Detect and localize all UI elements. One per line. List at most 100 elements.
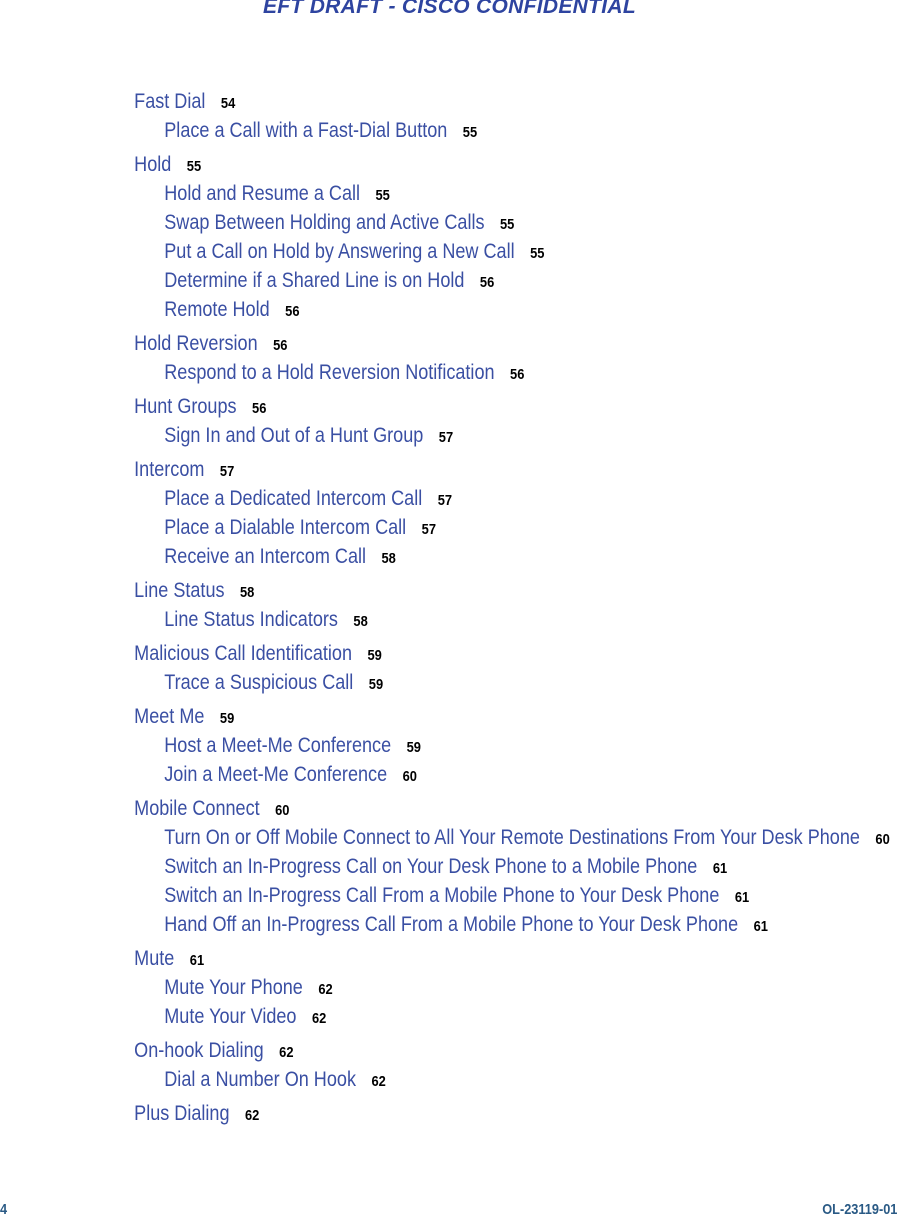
toc-entry-title[interactable]: Host a Meet-Me Conference [164, 734, 391, 757]
toc-entry-title[interactable]: Determine if a Shared Line is on Hold [164, 269, 464, 292]
toc-entry-title[interactable]: Trace a Suspicious Call [164, 671, 353, 694]
toc-subentry[interactable]: Switch an In-Progress Call on Your Desk … [0, 852, 899, 881]
toc-entry-title[interactable]: Mute [134, 947, 174, 970]
toc-entry[interactable]: Plus Dialing 62 [0, 1099, 899, 1128]
toc-entry[interactable]: Hold Reversion 56 [0, 329, 899, 358]
toc-entry-title[interactable]: Remote Hold [164, 298, 269, 321]
toc-entry-page: 62 [311, 1010, 327, 1027]
toc-entry-page: 57 [219, 463, 235, 480]
toc-entry-title[interactable]: Mobile Connect [134, 797, 259, 820]
toc-entry-title[interactable]: Hold Reversion [134, 332, 257, 355]
toc-entry-title[interactable]: Line Status [134, 579, 224, 602]
toc-subentry[interactable]: Hold and Resume a Call 55 [0, 179, 899, 208]
toc-subentry[interactable]: Remote Hold 56 [0, 295, 899, 324]
toc-subentry[interactable]: Mute Your Video 62 [0, 1002, 899, 1031]
toc-entry-page: 62 [245, 1107, 260, 1124]
toc-entry[interactable]: Fast Dial 54 [0, 87, 899, 116]
toc-entry-page: 57 [438, 429, 454, 446]
toc-entry[interactable]: Hold 55 [0, 150, 899, 179]
toc-entry-page: 56 [273, 337, 288, 354]
toc-entry-page: 56 [285, 303, 300, 320]
toc-entry-title[interactable]: Switch an In-Progress Call From a Mobile… [164, 884, 719, 907]
toc-entry-title[interactable]: Place a Call with a Fast-Dial Button [164, 119, 447, 142]
toc-subentry[interactable]: Put a Call on Hold by Answering a New Ca… [0, 237, 899, 266]
toc-entry-title[interactable]: Swap Between Holding and Active Calls [164, 211, 484, 234]
toc-entry-page: 60 [875, 831, 890, 848]
toc-subentry[interactable]: Place a Dedicated Intercom Call 57 [0, 484, 899, 513]
toc-entry[interactable]: Meet Me 59 [0, 702, 899, 731]
toc-subentry[interactable]: Turn On or Off Mobile Connect to All You… [0, 823, 899, 852]
toc-entry-page: 62 [318, 981, 333, 998]
toc-entry-page: 57 [437, 492, 453, 509]
toc-entry-page: 58 [353, 613, 368, 630]
toc-subentry[interactable]: Sign In and Out of a Hunt Group 57 [0, 421, 899, 450]
toc-entry-page: 56 [510, 366, 525, 383]
toc-entry-page: 62 [279, 1044, 294, 1061]
toc-subentry[interactable]: Host a Meet-Me Conference 59 [0, 731, 899, 760]
toc-subentry[interactable]: Place a Dialable Intercom Call 57 [0, 513, 899, 542]
toc-entry-title[interactable]: Intercom [134, 458, 204, 481]
toc-subentry[interactable]: Receive an Intercom Call 58 [0, 542, 899, 571]
toc-subentry[interactable]: Respond to a Hold Reversion Notification… [0, 358, 899, 387]
toc-entry-page: 58 [381, 550, 396, 567]
toc-entry-title[interactable]: On-hook Dialing [134, 1039, 264, 1062]
toc-entry-title[interactable]: Mute Your Phone [164, 976, 303, 999]
toc-entry[interactable]: On-hook Dialing 62 [0, 1036, 899, 1065]
toc-entry-page: 61 [189, 952, 205, 969]
toc-entry-title[interactable]: Hold [134, 153, 171, 176]
toc-subentry[interactable]: Hand Off an In-Progress Call From a Mobi… [0, 910, 899, 939]
toc-entry[interactable]: Mute 61 [0, 944, 899, 973]
toc-entry-title[interactable]: Mute Your Video [164, 1005, 296, 1028]
toc-entry-title[interactable]: Plus Dialing [134, 1102, 229, 1125]
toc-entry-title[interactable]: Sign In and Out of a Hunt Group [164, 424, 423, 447]
footer-doc-id: OL-23119-01 [821, 1201, 897, 1218]
toc-entry-title[interactable]: Join a Meet-Me Conference [164, 763, 387, 786]
toc-entry-page: 60 [275, 802, 290, 819]
toc-subentry[interactable]: Dial a Number On Hook 62 [0, 1065, 899, 1094]
toc-subentry[interactable]: Mute Your Phone 62 [0, 973, 899, 1002]
confidential-header: EFT DRAFT - CISCO CONFIDENTIAL [263, 0, 636, 18]
toc-entry[interactable]: Mobile Connect 60 [0, 794, 899, 823]
toc-entry-title[interactable]: Dial a Number On Hook [164, 1068, 356, 1091]
footer-page-number: 4 [0, 1201, 8, 1218]
toc-subentry[interactable]: Switch an In-Progress Call From a Mobile… [0, 881, 899, 910]
toc-entry-page: 55 [186, 158, 202, 175]
toc-entry[interactable]: Malicious Call Identification 59 [0, 639, 899, 668]
toc-entry-title[interactable]: Hand Off an In-Progress Call From a Mobi… [164, 913, 738, 936]
toc-subentry[interactable]: Determine if a Shared Line is on Hold 56 [0, 266, 899, 295]
toc-entry-page: 56 [252, 400, 267, 417]
toc-entry-title[interactable]: Meet Me [134, 705, 204, 728]
toc-entry-title[interactable]: Turn On or Off Mobile Connect to All You… [164, 826, 860, 849]
toc-entry-page: 61 [712, 860, 728, 877]
toc-entry[interactable]: Line Status 58 [0, 576, 899, 605]
toc-entry[interactable]: Intercom 57 [0, 455, 899, 484]
toc-subentry[interactable]: Swap Between Holding and Active Calls 55 [0, 208, 899, 237]
toc-entry-page: 62 [371, 1073, 386, 1090]
toc-entry-page: 55 [375, 187, 390, 204]
toc-entry-title[interactable]: Receive an Intercom Call [164, 545, 366, 568]
toc-entry-title[interactable]: Put a Call on Hold by Answering a New Ca… [164, 240, 514, 263]
toc-entry-page: 59 [406, 739, 421, 756]
toc-entry[interactable]: Hunt Groups 56 [0, 392, 899, 421]
toc-entry-page: 59 [219, 710, 235, 727]
toc-entry-title[interactable]: Malicious Call Identification [134, 642, 352, 665]
toc-entry-page: 57 [421, 521, 437, 538]
toc-subentry[interactable]: Place a Call with a Fast-Dial Button 55 [0, 116, 899, 145]
toc-entry-title[interactable]: Fast Dial [134, 90, 205, 113]
toc-entry-title[interactable]: Place a Dedicated Intercom Call [164, 487, 422, 510]
toc-entry-page: 54 [220, 95, 236, 112]
toc-entry-page: 58 [240, 584, 255, 601]
toc-entry-page: 60 [402, 768, 417, 785]
toc-entry-title[interactable]: Switch an In-Progress Call on Your Desk … [164, 855, 697, 878]
toc-entry-page: 55 [462, 124, 478, 141]
toc-entry-title[interactable]: Hold and Resume a Call [164, 182, 360, 205]
toc-entry-page: 61 [734, 889, 750, 906]
toc-subentry[interactable]: Join a Meet-Me Conference 60 [0, 760, 899, 789]
toc-entry-title[interactable]: Respond to a Hold Reversion Notification [164, 361, 494, 384]
toc-entry-title[interactable]: Place a Dialable Intercom Call [164, 516, 406, 539]
toc-entry-page: 56 [479, 274, 495, 291]
toc-entry-title[interactable]: Line Status Indicators [164, 608, 338, 631]
toc-entry-title[interactable]: Hunt Groups [134, 395, 236, 418]
toc-subentry[interactable]: Trace a Suspicious Call 59 [0, 668, 899, 697]
toc-subentry[interactable]: Line Status Indicators 58 [0, 605, 899, 634]
